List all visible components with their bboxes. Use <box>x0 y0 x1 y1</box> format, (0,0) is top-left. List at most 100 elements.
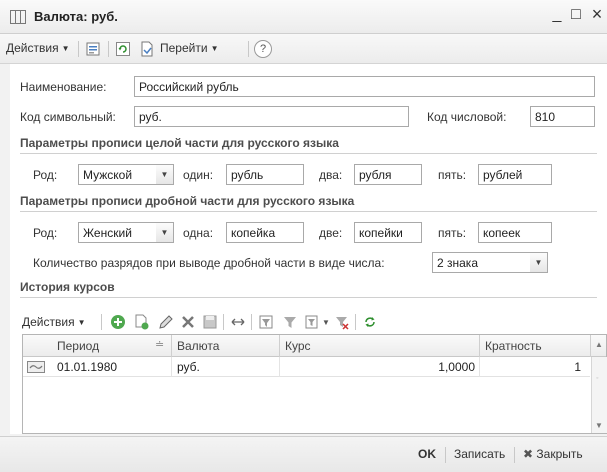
column-divider <box>171 357 172 377</box>
fraction-gender-label: Род: <box>33 226 58 240</box>
integer-one-label: один: <box>183 168 214 182</box>
integer-two-field[interactable]: рубля <box>354 164 422 185</box>
column-divider <box>171 335 172 357</box>
actions-menu[interactable]: Действия ▼ <box>6 41 70 55</box>
integer-gender-select[interactable]: Мужской <box>78 164 157 185</box>
refresh-icon[interactable] <box>361 313 379 331</box>
filter-list-icon[interactable] <box>303 313 321 331</box>
cell-rate: 1,0000 <box>438 360 475 374</box>
add-icon[interactable] <box>109 313 127 331</box>
grid-header: Период ≐ Валюта Курс Кратность ▲ <box>23 335 606 357</box>
filter-icon[interactable] <box>281 313 299 331</box>
integer-section-title: Параметры прописи целой части для русско… <box>20 136 339 150</box>
column-header-rate[interactable]: Курс <box>285 339 311 353</box>
close-icon: ✖ <box>523 447 534 461</box>
refresh-icon[interactable] <box>114 40 132 58</box>
footer-bar: OK Записать ✖ Закрыть <box>0 436 607 472</box>
cell-multiplicity: 1 <box>574 360 581 374</box>
digits-label: Количество разрядов при выводе дробной ч… <box>33 256 385 270</box>
list-icon[interactable] <box>84 40 102 58</box>
toolbar-divider <box>101 314 102 330</box>
name-label: Наименование: <box>20 80 107 94</box>
numeric-code-field[interactable]: 810 <box>530 106 595 127</box>
footer-divider <box>514 447 515 463</box>
actions-menu-label: Действия <box>6 41 59 55</box>
toolbar-divider <box>355 314 356 330</box>
fraction-gender-select[interactable]: Женский <box>78 222 157 243</box>
chevron-down-icon: ▼ <box>77 318 86 327</box>
table-row[interactable]: 01.01.1980 руб. 1,0000 1 <box>23 357 590 377</box>
window-icon <box>10 10 26 24</box>
chevron-down-icon[interactable]: ▼ <box>322 318 330 327</box>
integer-gender-label: Род: <box>33 168 58 182</box>
document-icon[interactable] <box>138 40 156 58</box>
close-button[interactable]: × <box>588 4 606 25</box>
symbol-code-field[interactable]: руб. <box>134 106 409 127</box>
toolbar: Действия ▼ Перейти ▼ ? <box>0 34 607 64</box>
fraction-five-label: пять: <box>438 226 467 240</box>
title-bar: Валюта: руб. _ □ × <box>0 0 607 34</box>
column-divider <box>590 335 591 357</box>
chevron-down-icon: ▼ <box>61 44 70 53</box>
chevron-down-icon[interactable]: ▼ <box>156 164 174 185</box>
section-divider <box>20 153 597 154</box>
toolbar-divider <box>251 314 252 330</box>
scroll-up-icon[interactable]: ▲ <box>595 340 603 349</box>
history-actions-label: Действия <box>22 315 75 329</box>
chevron-down-icon: ▼ <box>210 44 219 53</box>
fraction-two-label: две: <box>319 226 343 240</box>
toolbar-divider <box>108 41 109 57</box>
column-header-multiplicity[interactable]: Кратность <box>485 339 542 353</box>
scroll-thumb-icon[interactable]: ◦ <box>596 375 598 382</box>
maximize-button[interactable]: □ <box>567 6 585 24</box>
history-title: История курсов <box>20 280 115 294</box>
save-button[interactable]: Записать <box>454 447 505 461</box>
column-divider <box>279 335 280 357</box>
chevron-down-icon[interactable]: ▼ <box>156 222 174 243</box>
column-divider <box>479 357 480 377</box>
clear-filter-icon[interactable] <box>333 313 351 331</box>
goto-menu-label: Перейти <box>160 41 208 55</box>
column-divider <box>479 335 480 357</box>
fraction-two-field[interactable]: копейки <box>354 222 422 243</box>
minimize-button[interactable]: _ <box>548 6 566 24</box>
section-divider <box>20 211 597 212</box>
cell-period: 01.01.1980 <box>57 360 118 374</box>
vertical-scrollbar[interactable]: ◦ ▼ <box>591 357 607 433</box>
fraction-five-field[interactable]: копеек <box>478 222 552 243</box>
integer-one-field[interactable]: рубль <box>226 164 304 185</box>
toolbar-divider <box>248 41 249 57</box>
column-header-period[interactable]: Период <box>57 339 99 353</box>
close-form-label: Закрыть <box>536 447 583 461</box>
history-actions-menu[interactable]: Действия ▼ <box>22 315 86 329</box>
scroll-down-icon[interactable]: ▼ <box>595 421 603 430</box>
sort-icon: ≐ <box>155 339 165 351</box>
record-icon <box>27 361 45 373</box>
help-icon[interactable]: ? <box>254 40 272 58</box>
edit-icon[interactable] <box>157 313 175 331</box>
numeric-code-label: Код числовой: <box>427 110 507 124</box>
goto-menu[interactable]: Перейти ▼ <box>160 41 218 55</box>
footer-divider <box>445 447 446 463</box>
delete-icon[interactable] <box>179 313 197 331</box>
chevron-down-icon[interactable]: ▼ <box>530 252 548 273</box>
toolbar-divider <box>78 41 79 57</box>
integer-five-field[interactable]: рублей <box>478 164 552 185</box>
digits-select[interactable]: 2 знака <box>432 252 531 273</box>
window-title: Валюта: руб. <box>34 9 118 24</box>
ok-button[interactable]: OK <box>418 447 436 461</box>
name-field[interactable]: Российский рубль <box>134 76 595 97</box>
section-divider <box>20 297 597 298</box>
save-icon[interactable] <box>201 313 219 331</box>
toolbar-divider <box>223 314 224 330</box>
fraction-one-label: одна: <box>183 226 214 240</box>
symbol-code-label: Код символьный: <box>20 110 116 124</box>
copy-icon[interactable] <box>133 313 151 331</box>
close-form-button[interactable]: ✖ Закрыть <box>523 447 583 461</box>
filter-table-icon[interactable] <box>257 313 275 331</box>
fraction-one-field[interactable]: копейка <box>226 222 304 243</box>
period-icon[interactable] <box>229 313 247 331</box>
column-divider <box>279 357 280 377</box>
column-header-currency[interactable]: Валюта <box>177 339 219 353</box>
history-toolbar: Действия ▼ ▼ <box>13 308 607 336</box>
